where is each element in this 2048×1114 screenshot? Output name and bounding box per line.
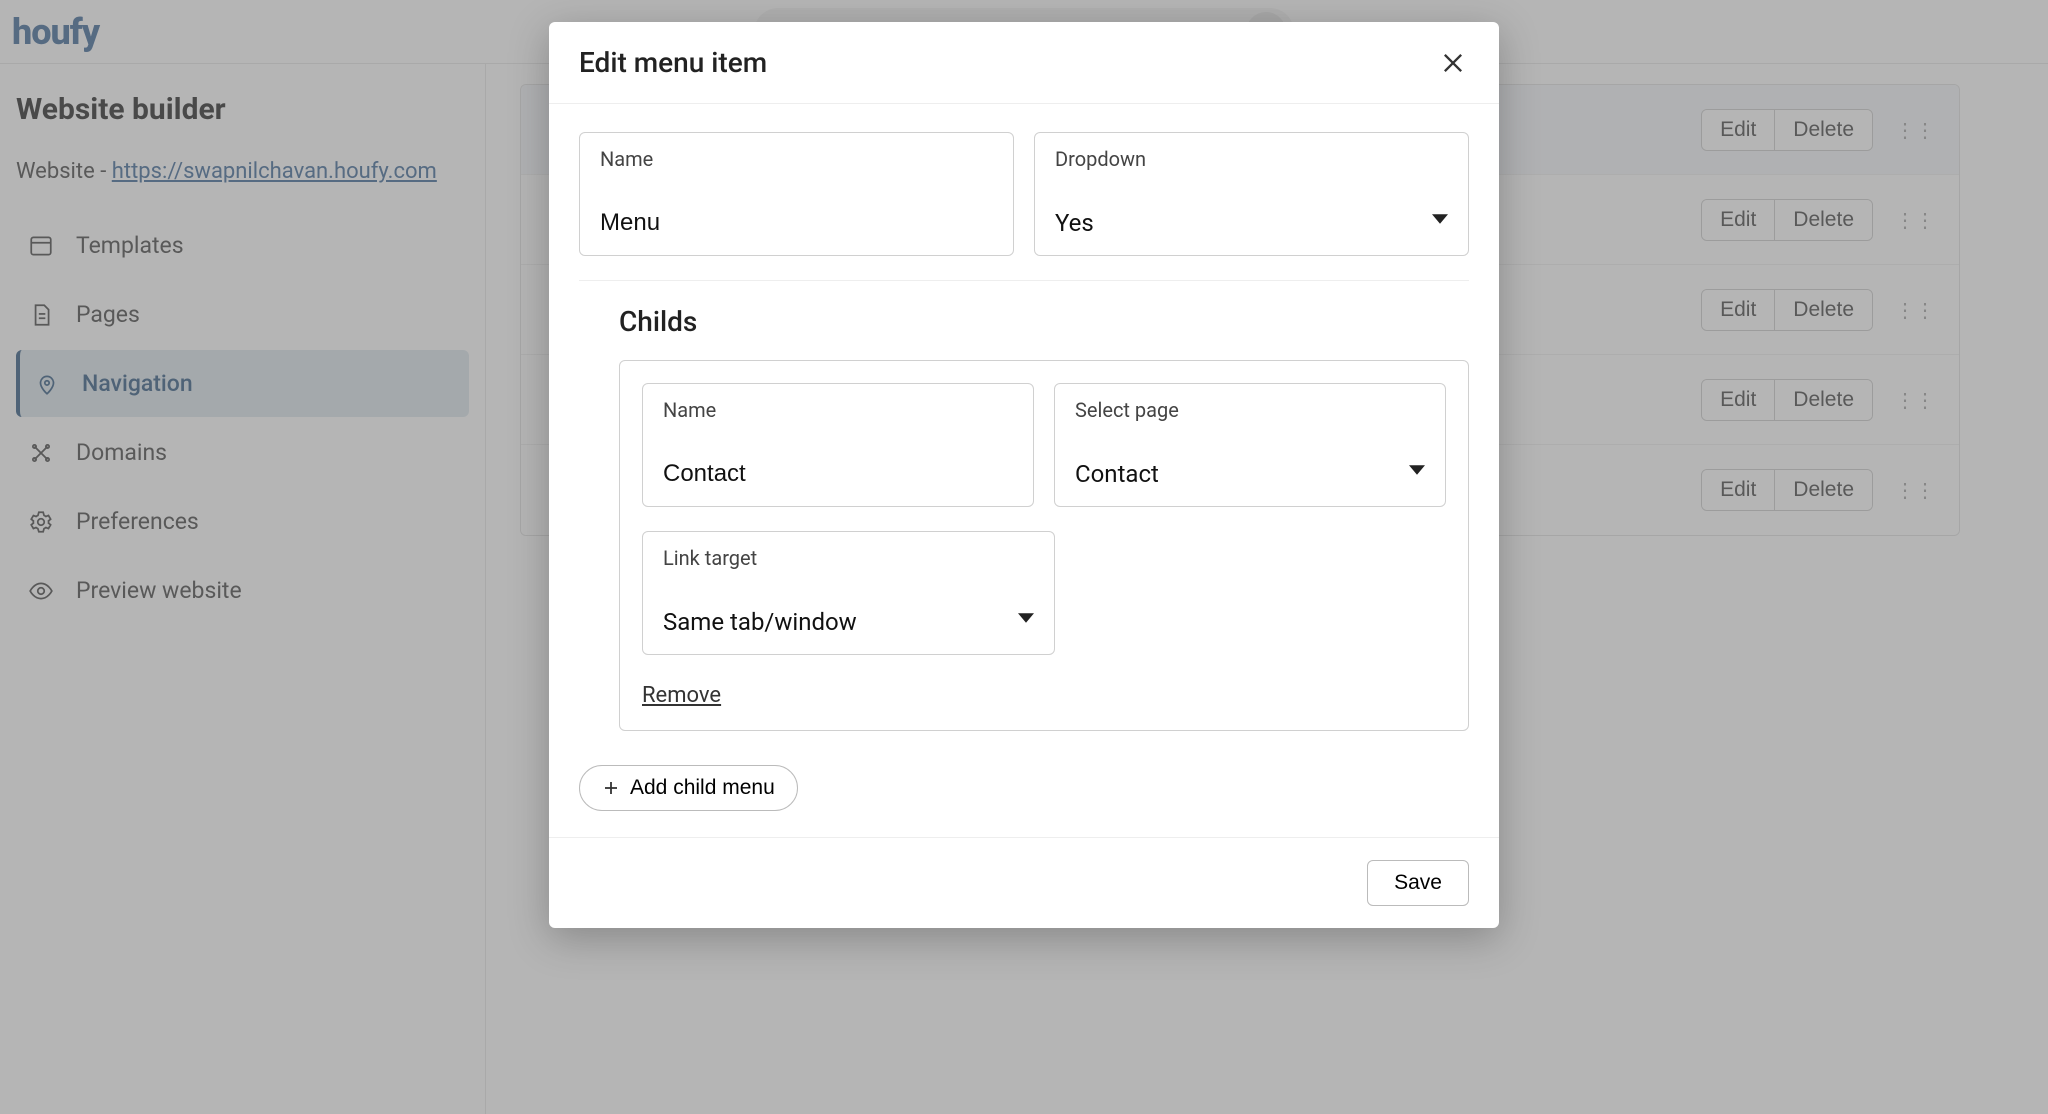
modal-overlay: Edit menu item Name Dropdown Yes Childs: [0, 0, 2048, 1114]
child-item: Name Select page Contact Link target Sam…: [619, 360, 1469, 731]
name-field[interactable]: Name: [579, 132, 1014, 256]
close-icon: [1439, 49, 1467, 77]
child-name-field[interactable]: Name: [642, 383, 1034, 507]
chevron-down-icon: [1409, 462, 1425, 482]
plus-icon: [602, 779, 620, 797]
close-button[interactable]: [1437, 47, 1469, 79]
add-child-button[interactable]: Add child menu: [579, 765, 798, 811]
child-target-value: Same tab/window: [663, 608, 1034, 636]
remove-child-link[interactable]: Remove: [642, 683, 721, 708]
chevron-down-icon: [1432, 211, 1448, 231]
modal-footer: Save: [549, 837, 1499, 928]
modal-title: Edit menu item: [579, 46, 767, 79]
dropdown-value: Yes: [1055, 209, 1448, 237]
child-page-field[interactable]: Select page Contact: [1054, 383, 1446, 507]
child-page-value: Contact: [1075, 460, 1425, 488]
add-child-label: Add child menu: [630, 776, 775, 800]
divider: [579, 280, 1469, 281]
edit-menu-modal: Edit menu item Name Dropdown Yes Childs: [549, 22, 1499, 928]
childs-title: Childs: [619, 305, 1469, 338]
spacer: [1075, 531, 1446, 655]
child-page-label: Select page: [1075, 398, 1425, 422]
save-button[interactable]: Save: [1367, 860, 1469, 906]
name-input[interactable]: [600, 209, 993, 237]
dropdown-label: Dropdown: [1055, 147, 1448, 171]
name-label: Name: [600, 147, 993, 171]
chevron-down-icon: [1018, 610, 1034, 630]
child-target-field[interactable]: Link target Same tab/window: [642, 531, 1055, 655]
dropdown-field[interactable]: Dropdown Yes: [1034, 132, 1469, 256]
child-name-label: Name: [663, 398, 1013, 422]
child-name-input[interactable]: [663, 460, 1013, 488]
child-target-label: Link target: [663, 546, 1034, 570]
modal-header: Edit menu item: [549, 22, 1499, 104]
